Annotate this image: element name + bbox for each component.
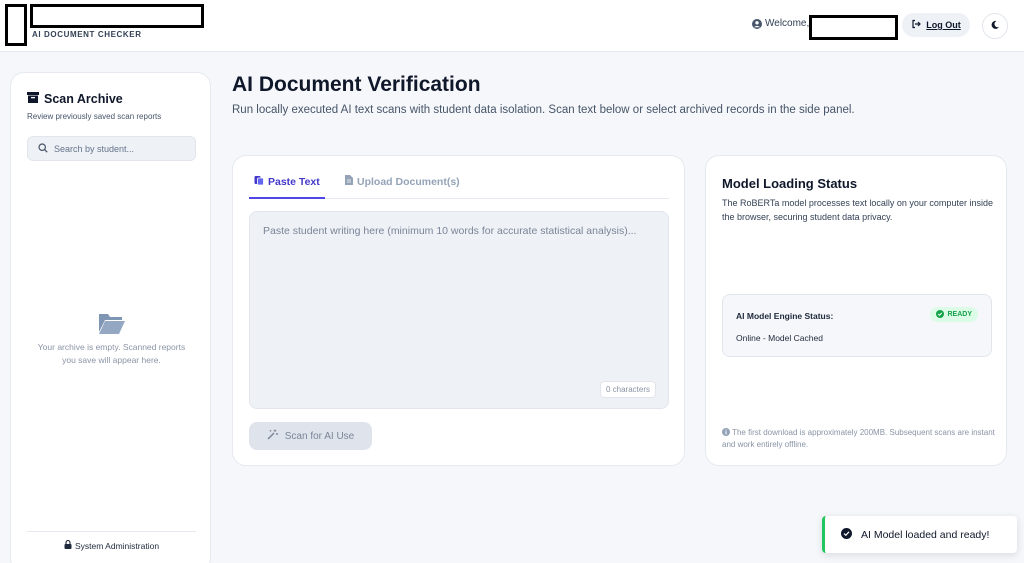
model-status-description: The RoBERTa model processes text locally… xyxy=(722,198,993,222)
input-tabs: Paste Text Upload Document(s) xyxy=(249,170,669,199)
brand-name-redacted xyxy=(30,4,204,28)
system-administration-link[interactable]: System Administration xyxy=(27,539,196,551)
model-status-card: Model Loading Status The RoBERTa model p… xyxy=(705,155,1007,466)
search-input[interactable] xyxy=(54,143,184,154)
welcome-label: Welcome, xyxy=(765,18,810,29)
archive-icon xyxy=(27,92,39,106)
username-redacted xyxy=(809,15,898,40)
sidebar-subtitle: Review previously saved scan reports xyxy=(27,112,162,121)
sidebar-divider xyxy=(27,531,196,532)
engine-status-text: Online - Model Cached xyxy=(736,333,823,343)
theme-toggle-button[interactable] xyxy=(982,13,1008,39)
toast-message: AI Model loaded and ready! xyxy=(861,528,990,541)
lock-icon xyxy=(64,539,72,551)
model-status-title: Model Loading Status xyxy=(722,176,858,191)
check-circle-icon xyxy=(841,527,852,542)
user-circle-icon xyxy=(752,18,762,29)
brand-subtitle: AI DOCUMENT CHECKER xyxy=(32,30,142,39)
folder-open-icon xyxy=(98,311,126,335)
search-icon xyxy=(38,140,48,158)
logout-button[interactable]: Log Out xyxy=(902,13,970,37)
archive-empty-state: Your archive is empty. Scanned reports y… xyxy=(27,311,196,367)
admin-label: System Administration xyxy=(74,540,160,551)
welcome-message: Welcome, xyxy=(752,18,809,29)
engine-status-label: AI Model Engine Status: xyxy=(736,311,834,321)
download-note: The first download is approximately 200M… xyxy=(722,427,997,450)
page-title: AI Document Verification xyxy=(232,73,481,96)
scan-button-label: Scan for AI Use xyxy=(284,430,355,442)
tab-paste-text-label: Paste Text xyxy=(268,175,320,188)
check-circle-icon xyxy=(936,309,945,320)
scan-archive-sidebar: Scan Archive Review previously saved sca… xyxy=(10,72,211,563)
active-tab-indicator xyxy=(249,197,325,199)
tab-paste-text[interactable]: Paste Text xyxy=(254,175,320,188)
info-icon xyxy=(722,428,732,437)
tab-upload-documents[interactable]: Upload Document(s) xyxy=(345,175,460,188)
student-text-input[interactable] xyxy=(263,225,655,375)
paste-icon xyxy=(254,175,264,188)
scan-input-card: Paste Text Upload Document(s) 0 characte… xyxy=(232,155,685,466)
search-field[interactable] xyxy=(27,136,196,161)
status-badge-label: READY xyxy=(947,311,972,318)
tab-upload-documents-label: Upload Document(s) xyxy=(357,175,460,188)
status-badge: READY xyxy=(930,307,978,322)
sidebar-title: Scan Archive xyxy=(27,92,123,106)
character-count: 0 characters xyxy=(599,381,656,398)
sidebar-title-label: Scan Archive xyxy=(44,92,123,106)
engine-status-panel: AI Model Engine Status: READY Online - M… xyxy=(722,294,992,357)
logout-icon xyxy=(911,19,922,31)
logo-redacted xyxy=(5,4,27,46)
page-subtitle: Run locally executed AI text scans with … xyxy=(232,104,855,116)
magic-wand-icon xyxy=(267,429,278,443)
app-header: AI DOCUMENT CHECKER Welcome, Log Out xyxy=(0,0,1024,52)
scan-for-ai-button[interactable]: Scan for AI Use xyxy=(249,422,372,450)
download-note-text: The first download is approximately 200M… xyxy=(722,428,995,449)
student-text-area[interactable]: 0 characters xyxy=(249,211,669,409)
moon-icon xyxy=(990,17,1000,35)
file-icon xyxy=(345,175,353,188)
logout-label: Log Out xyxy=(926,20,961,30)
archive-empty-text: Your archive is empty. Scanned reports y… xyxy=(37,342,186,365)
success-toast: AI Model loaded and ready! xyxy=(822,516,1017,553)
